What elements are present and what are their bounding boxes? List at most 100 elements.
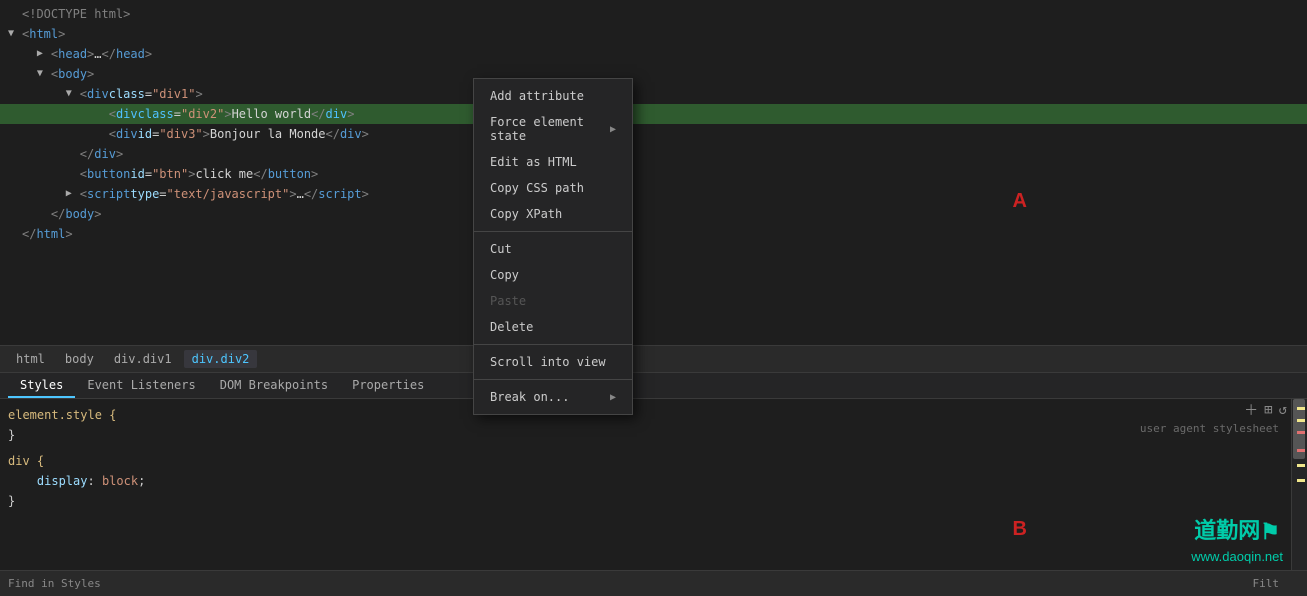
tree-toggle [8, 4, 22, 24]
indent [8, 64, 37, 84]
context-menu-item[interactable]: Add attribute [474, 83, 632, 109]
context-menu-separator [474, 344, 632, 345]
style-close-brace2: } [8, 494, 15, 508]
tree-toggle [95, 104, 109, 124]
tab-item[interactable]: Properties [340, 374, 436, 398]
indent [8, 184, 66, 204]
breadcrumb-item[interactable]: div.div1 [106, 350, 180, 368]
context-menu-item[interactable]: Scroll into view [474, 349, 632, 375]
region-label-b: B [1013, 518, 1027, 541]
code-line[interactable]: <!DOCTYPE html> [0, 4, 1307, 24]
scroll-tick [1297, 464, 1305, 467]
breadcrumb-item[interactable]: body [57, 350, 102, 368]
scroll-tick [1297, 479, 1305, 482]
code-line[interactable]: ▶ <script type="text/javascript">…</scri… [0, 184, 1307, 204]
scroll-tick [1297, 407, 1305, 410]
filter-label: Filt [1253, 577, 1280, 590]
styles-toolbar: ＋ ⊞ ↺ [1244, 400, 1287, 420]
indent [8, 44, 37, 64]
tabs-bar: StylesEvent ListenersDOM BreakpointsProp… [0, 373, 1307, 399]
context-menu-item-label: Break on... [490, 390, 569, 404]
style-prop-display: display [37, 474, 88, 488]
code-line[interactable]: </body> [0, 204, 1307, 224]
indent [8, 84, 66, 104]
code-line[interactable]: ▶ <head>…</head> [0, 44, 1307, 64]
status-bar: Find in Styles Filt [0, 570, 1307, 596]
indent [8, 204, 37, 224]
styles-panel: element.style { } div { display: block; … [0, 399, 1291, 570]
style-rule-div: div { display: block; } [8, 451, 1283, 511]
context-menu-item-label: Delete [490, 320, 533, 334]
indent [8, 124, 95, 144]
watermark: 道勤网⚑ www.daoqin.net [1191, 516, 1283, 566]
context-menu-item[interactable]: Copy XPath [474, 201, 632, 227]
style-rule-element: element.style { } [8, 405, 1283, 445]
code-line[interactable]: ▼ <body> [0, 64, 1307, 84]
context-menu-item-label: Scroll into view [490, 355, 606, 369]
watermark-icon: ⚑ [1260, 517, 1280, 548]
context-menu-item-label: Cut [490, 242, 512, 256]
context-menu-item[interactable]: Copy [474, 262, 632, 288]
tab-item[interactable]: DOM Breakpoints [208, 374, 340, 398]
tab-item[interactable]: Event Listeners [75, 374, 207, 398]
tab-item[interactable]: Styles [8, 374, 75, 398]
breadcrumb-item[interactable]: div.div2 [184, 350, 258, 368]
context-menu-separator [474, 379, 632, 380]
context-menu-item-label: Paste [490, 294, 526, 308]
region-label-a: A [1013, 190, 1027, 213]
context-menu-item-label: Force element state [490, 115, 610, 143]
context-menu-item[interactable]: Delete [474, 314, 632, 340]
breadcrumb-item[interactable]: html [8, 350, 53, 368]
code-line[interactable]: ▼ <div class="div1"> [0, 84, 1307, 104]
find-in-styles-label: Find in Styles [8, 577, 101, 590]
code-line[interactable]: </div> [0, 144, 1307, 164]
scroll-tick [1297, 419, 1305, 422]
editor-area: <!DOCTYPE html>▼ <html> ▶ <head>…</head>… [0, 0, 1307, 345]
context-menu-item[interactable]: Edit as HTML [474, 149, 632, 175]
context-menu-item-label: Copy CSS path [490, 181, 584, 195]
toggle-classes-icon[interactable]: ⊞ [1264, 402, 1272, 418]
watermark-title: 道勤网⚑ [1191, 516, 1283, 548]
refresh-icon[interactable]: ↺ [1279, 402, 1287, 418]
tree-toggle[interactable]: ▼ [37, 64, 51, 84]
scroll-tick-error [1297, 449, 1305, 452]
context-menu-item[interactable]: Break on... ▶ [474, 384, 632, 410]
context-menu-item[interactable]: Copy CSS path [474, 175, 632, 201]
tree-toggle [95, 124, 109, 144]
indent [8, 104, 95, 124]
code-line[interactable]: <div class="div2">Hello world</div> [0, 104, 1307, 124]
code-line[interactable]: <button id="btn">click me</button> [0, 164, 1307, 184]
ua-stylesheet-label: user agent stylesheet [1140, 422, 1279, 435]
code-line[interactable]: <div id="div3">Bonjour la Monde</div> [0, 124, 1307, 144]
indent [8, 164, 66, 184]
context-menu-item[interactable]: Cut [474, 236, 632, 262]
context-menu-item[interactable]: Force element state▶ [474, 109, 632, 149]
indent [8, 144, 66, 164]
code-line[interactable]: ▼ <html> [0, 24, 1307, 44]
submenu-arrow-icon: ▶ [610, 124, 616, 135]
tree-toggle [8, 224, 22, 244]
context-menu-separator [474, 231, 632, 232]
tree-toggle[interactable]: ▶ [66, 184, 80, 204]
submenu-arrow-icon: ▶ [610, 392, 616, 403]
add-rule-icon[interactable]: ＋ [1244, 400, 1258, 420]
context-menu-item-label: Copy XPath [490, 207, 562, 221]
context-menu-item-label: Add attribute [490, 89, 584, 103]
tree-toggle[interactable]: ▼ [66, 84, 80, 104]
scroll-tick-error [1297, 431, 1305, 434]
style-selector: element.style { [8, 408, 116, 422]
tree-toggle [37, 204, 51, 224]
tree-toggle [66, 144, 80, 164]
context-menu-item-label: Copy [490, 268, 519, 282]
watermark-url: www.daoqin.net [1191, 548, 1283, 566]
breadcrumb-bar: htmlbodydiv.div1div.div2 [0, 345, 1307, 373]
scrollbar[interactable] [1291, 399, 1307, 570]
style-val-block: block [102, 474, 138, 488]
style-close-brace: } [8, 428, 15, 442]
context-menu-item: Paste [474, 288, 632, 314]
code-line[interactable]: </html> [0, 224, 1307, 244]
tree-toggle [66, 164, 80, 184]
tree-toggle[interactable]: ▼ [8, 24, 22, 44]
tree-toggle[interactable]: ▶ [37, 44, 51, 64]
context-menu: Add attributeForce element state▶Edit as… [473, 78, 633, 415]
